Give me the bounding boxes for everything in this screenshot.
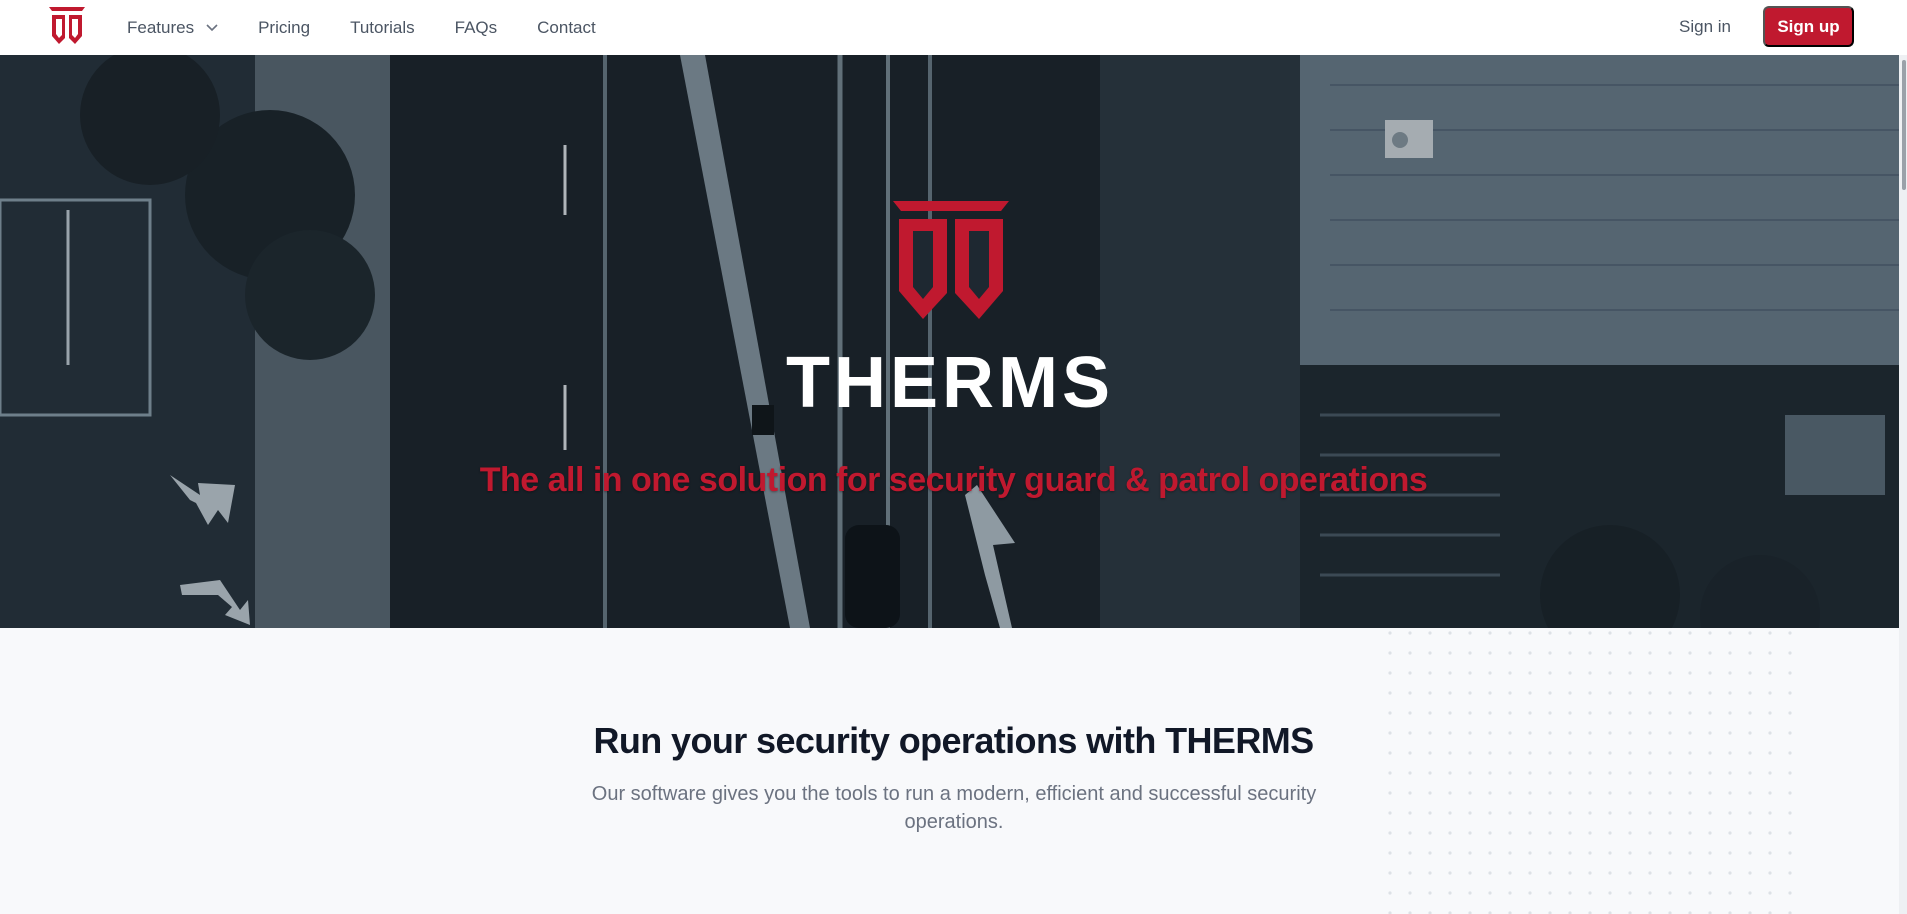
nav-item-label: Pricing [258,17,311,37]
nav-item-label: Contact [537,17,596,37]
nav-item-label: Tutorials [350,17,415,37]
top-navbar: Features Pricing Tutorials FAQs Contact … [0,0,1907,55]
sign-in-link[interactable]: Sign in [1679,17,1731,37]
main-nav: Features Pricing Tutorials FAQs Contact [127,0,636,55]
nav-item-label: Features [127,17,195,37]
therms-logo-icon[interactable] [48,5,86,47]
therms-wordmark: THERMS [786,345,1114,415]
nav-item-features[interactable]: Features [127,18,218,38]
section-subtitle: Our software gives you the tools to run … [591,783,1317,833]
hero-tagline: The all in one solution for security gua… [479,461,1428,499]
nav-item-tutorials[interactable]: Tutorials [350,18,415,38]
chevron-down-icon [206,23,218,31]
scrollbar-thumb[interactable] [1902,60,1906,190]
nav-item-pricing[interactable]: Pricing [258,18,310,38]
dot-pattern-decoration [1385,628,1795,914]
sign-up-button[interactable]: Sign up [1763,6,1854,47]
page: Features Pricing Tutorials FAQs Contact … [0,0,1907,914]
hero-background-image [0,55,1907,628]
therms-wordmark-text: THERMS [786,345,1114,415]
nav-item-label: FAQs [454,17,498,37]
nav-item-contact[interactable]: Contact [537,18,596,38]
section-title: Run your security operations with THERMS [593,720,1314,761]
hero-banner: THERMS The all in one solution for secur… [0,55,1907,628]
nav-item-faqs[interactable]: FAQs [455,18,498,38]
therms-shield-logo-icon [893,201,1009,319]
